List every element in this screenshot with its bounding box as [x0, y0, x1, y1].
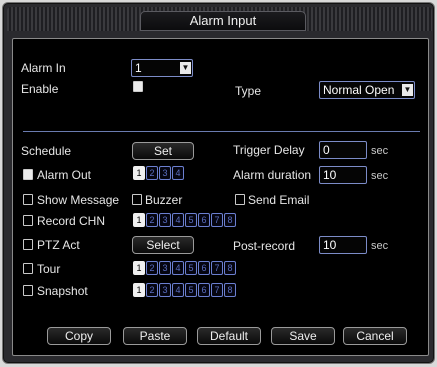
- alarm-in-select[interactable]: 1 ▼: [131, 59, 193, 77]
- tour-channel-5[interactable]: 5: [185, 261, 197, 275]
- record-chn-channel-4[interactable]: 4: [172, 213, 184, 227]
- chevron-down-icon: ▼: [180, 62, 191, 74]
- trigger-delay-unit: sec: [371, 145, 389, 157]
- post-record-label: Post-record: [233, 239, 296, 253]
- tour-channel-2[interactable]: 2: [146, 261, 158, 275]
- default-button[interactable]: Default: [197, 327, 261, 345]
- snapshot-channel-8[interactable]: 8: [224, 283, 236, 297]
- schedule-label: Schedule: [21, 144, 72, 158]
- send-email-label: Send Email: [248, 193, 310, 207]
- record-chn-channel-3[interactable]: 3: [159, 213, 171, 227]
- record-chn-label: Record CHN: [37, 214, 106, 228]
- alarm-duration-label: Alarm duration: [233, 168, 312, 182]
- window-title: Alarm Input: [140, 11, 306, 31]
- buzzer-checkbox[interactable]: [132, 194, 142, 205]
- save-button[interactable]: Save: [271, 327, 335, 345]
- snapshot-channel-1[interactable]: 1: [133, 283, 145, 297]
- alarm-out-channel-2[interactable]: 2: [146, 166, 158, 180]
- enable-label: Enable: [21, 82, 59, 96]
- ptz-act-label: PTZ Act: [37, 238, 80, 252]
- trigger-delay-label: Trigger Delay: [233, 143, 305, 157]
- ptz-select-button[interactable]: Select: [132, 236, 194, 254]
- snapshot-channel-2[interactable]: 2: [146, 283, 158, 297]
- snapshot-label: Snapshot: [37, 284, 88, 298]
- cancel-button[interactable]: Cancel: [343, 327, 407, 345]
- tour-channel-1[interactable]: 1: [133, 261, 145, 275]
- snapshot-channel-4[interactable]: 4: [172, 283, 184, 297]
- tour-checkbox[interactable]: [23, 263, 33, 274]
- post-record-input[interactable]: 10: [319, 236, 367, 254]
- type-label: Type: [235, 84, 262, 98]
- alarm-in-value: 1: [135, 61, 142, 75]
- show-message-label: Show Message: [37, 193, 120, 207]
- tour-channel-4[interactable]: 4: [172, 261, 184, 275]
- tour-channel-8[interactable]: 8: [224, 261, 236, 275]
- record-chn-checkbox[interactable]: [23, 215, 33, 226]
- trigger-delay-input[interactable]: 0: [319, 141, 367, 159]
- snapshot-channel-7[interactable]: 7: [211, 283, 223, 297]
- buzzer-label: Buzzer: [145, 193, 183, 207]
- alarm-in-label: Alarm In: [21, 61, 66, 75]
- snapshot-channel-6[interactable]: 6: [198, 283, 210, 297]
- type-select[interactable]: Normal Open ▼: [319, 81, 415, 99]
- copy-button[interactable]: Copy: [47, 327, 111, 345]
- show-message-checkbox[interactable]: [23, 194, 33, 205]
- tour-channel-7[interactable]: 7: [211, 261, 223, 275]
- record-chn-channel-5[interactable]: 5: [185, 213, 197, 227]
- record-chn-channel-2[interactable]: 2: [146, 213, 158, 227]
- alarm-out-checkbox[interactable]: [23, 169, 33, 180]
- record-chn-channel-7[interactable]: 7: [211, 213, 223, 227]
- tour-label: Tour: [37, 262, 61, 276]
- alarm-out-channel-3[interactable]: 3: [159, 166, 171, 180]
- ptz-act-checkbox[interactable]: [23, 239, 33, 250]
- post-record-unit: sec: [371, 240, 389, 252]
- schedule-set-button[interactable]: Set: [132, 142, 194, 160]
- tour-channel-6[interactable]: 6: [198, 261, 210, 275]
- snapshot-checkbox[interactable]: [23, 285, 33, 296]
- enable-checkbox[interactable]: [133, 81, 143, 92]
- record-chn-channel-8[interactable]: 8: [224, 213, 236, 227]
- chevron-down-icon: ▼: [402, 84, 413, 96]
- send-email-checkbox[interactable]: [235, 194, 245, 205]
- type-value: Normal Open: [323, 83, 395, 97]
- alarm-out-channel-4[interactable]: 4: [172, 166, 184, 180]
- alarm-input-window: Alarm Input Alarm In 1 ▼ Enable Type Nor…: [2, 2, 435, 364]
- alarm-out-label: Alarm Out: [37, 168, 92, 182]
- snapshot-channel-3[interactable]: 3: [159, 283, 171, 297]
- alarm-duration-unit: sec: [371, 170, 389, 182]
- record-chn-channel-6[interactable]: 6: [198, 213, 210, 227]
- alarm-duration-input[interactable]: 10: [319, 166, 367, 184]
- tour-channel-3[interactable]: 3: [159, 261, 171, 275]
- alarm-out-channel-1[interactable]: 1: [133, 166, 145, 180]
- paste-button[interactable]: Paste: [123, 327, 187, 345]
- section-divider: [23, 131, 420, 132]
- snapshot-channel-5[interactable]: 5: [185, 283, 197, 297]
- settings-panel: Alarm In 1 ▼ Enable Type Normal Open ▼ S…: [12, 38, 429, 356]
- record-chn-channel-1[interactable]: 1: [133, 213, 145, 227]
